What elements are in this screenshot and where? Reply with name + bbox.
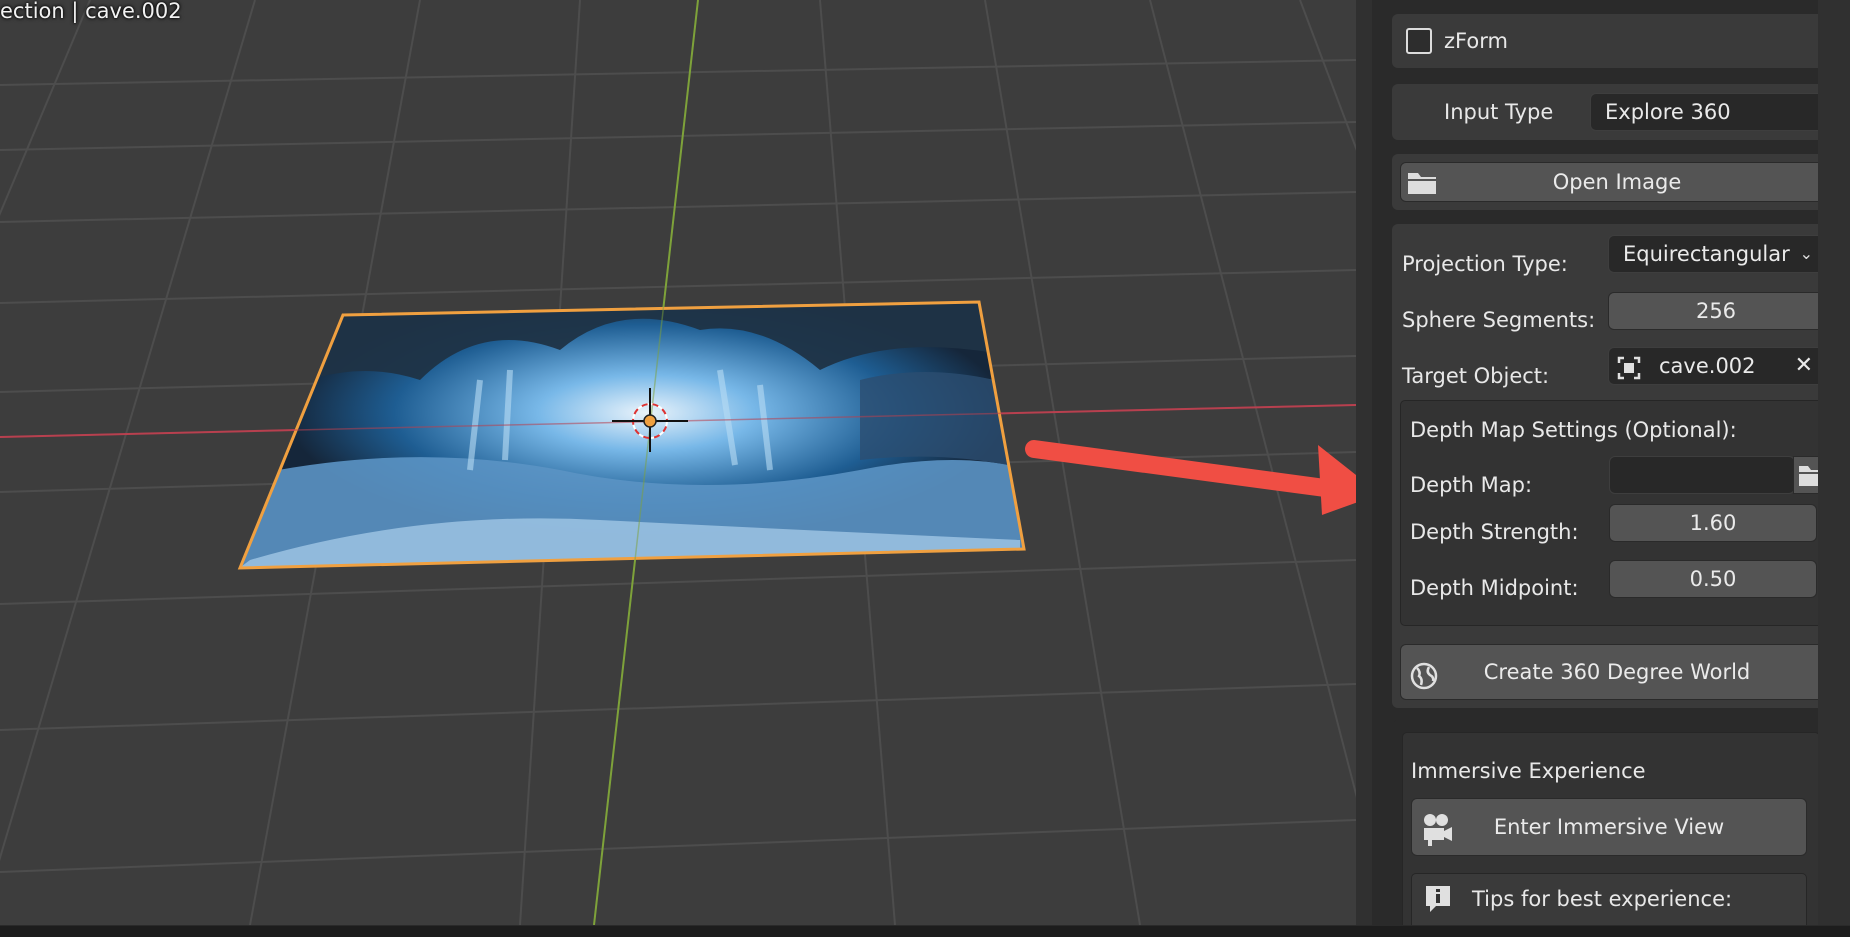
- 3d-viewport[interactable]: ection | cave.002: [0, 0, 1356, 925]
- open-image-button[interactable]: Open Image: [1400, 162, 1834, 202]
- camera-icon: [1420, 811, 1454, 867]
- sphere-segments-label: Sphere Segments:: [1402, 308, 1596, 332]
- projection-type-dropdown[interactable]: Equirectangular ⌄: [1608, 235, 1824, 273]
- input-type-row: Input Type Explore 360 ⌄: [1392, 84, 1842, 140]
- depth-midpoint-label: Depth Midpoint:: [1410, 576, 1579, 600]
- zform-enable-checkbox[interactable]: [1406, 28, 1432, 54]
- viewport-scene: [0, 0, 1356, 925]
- create-world-label: Create 360 Degree World: [1483, 660, 1751, 684]
- viewport-header-text: ection | cave.002: [0, 0, 182, 23]
- folder-icon: [1407, 169, 1437, 207]
- sidebar-scrollbar[interactable]: [1818, 0, 1850, 925]
- tips-label: Tips for best experience:: [1472, 887, 1733, 911]
- target-object-value: cave.002: [1659, 354, 1756, 378]
- depth-settings-title: Depth Map Settings (Optional):: [1410, 418, 1737, 442]
- input-type-dropdown[interactable]: Explore 360 ⌄: [1590, 93, 1842, 131]
- create-360-world-button[interactable]: Create 360 Degree World: [1400, 644, 1834, 700]
- depth-settings-box: Depth Map Settings (Optional): Depth Map…: [1400, 400, 1831, 626]
- enter-immersive-view-button[interactable]: Enter Immersive View: [1411, 798, 1807, 856]
- sphere-segments-field[interactable]: 256: [1608, 292, 1824, 330]
- input-type-label: Input Type: [1444, 100, 1554, 124]
- depth-midpoint-field[interactable]: 0.50: [1609, 560, 1817, 598]
- sidebar-panel-area: zForm Input Type Explore 360 ⌄ Open Imag…: [1372, 0, 1842, 933]
- object-icon: [1617, 355, 1641, 391]
- open-image-label: Open Image: [1552, 170, 1682, 194]
- zform-header[interactable]: zForm: [1392, 14, 1830, 68]
- annotation-arrow: [1025, 440, 1356, 515]
- status-bar: [0, 925, 1850, 937]
- projection-settings-panel: Projection Type: Equirectangular ⌄ Spher…: [1392, 224, 1834, 708]
- open-image-row: Open Image: [1392, 154, 1834, 210]
- immersive-panel-outer: Immersive Experience Enter Immersive Vie…: [1392, 720, 1830, 933]
- zform-title: zForm: [1444, 29, 1508, 53]
- target-object-label: Target Object:: [1402, 364, 1550, 388]
- depth-map-label: Depth Map:: [1410, 473, 1533, 497]
- tips-box: Tips for best experience:: [1411, 873, 1807, 933]
- depth-map-field[interactable]: [1609, 456, 1795, 494]
- cave-image-plane: [240, 302, 1024, 568]
- projection-type-label: Projection Type:: [1402, 252, 1568, 276]
- immersive-title: Immersive Experience: [1411, 759, 1646, 783]
- input-type-value: Explore 360: [1605, 100, 1731, 124]
- enter-immersive-label: Enter Immersive View: [1493, 815, 1725, 839]
- target-object-field[interactable]: cave.002 ✕: [1608, 347, 1824, 385]
- close-icon[interactable]: ✕: [1795, 348, 1813, 384]
- chevron-down-icon: ⌄: [1799, 244, 1813, 263]
- info-icon: [1424, 884, 1452, 918]
- globe-icon: [1409, 657, 1439, 711]
- projection-type-value: Equirectangular: [1623, 242, 1790, 266]
- sidebar: zForm Input Type Explore 360 ⌄ Open Imag…: [1356, 0, 1850, 933]
- depth-strength-field[interactable]: 1.60: [1609, 504, 1817, 542]
- immersive-experience-box: Immersive Experience Enter Immersive Vie…: [1402, 732, 1820, 933]
- depth-strength-label: Depth Strength:: [1410, 520, 1579, 544]
